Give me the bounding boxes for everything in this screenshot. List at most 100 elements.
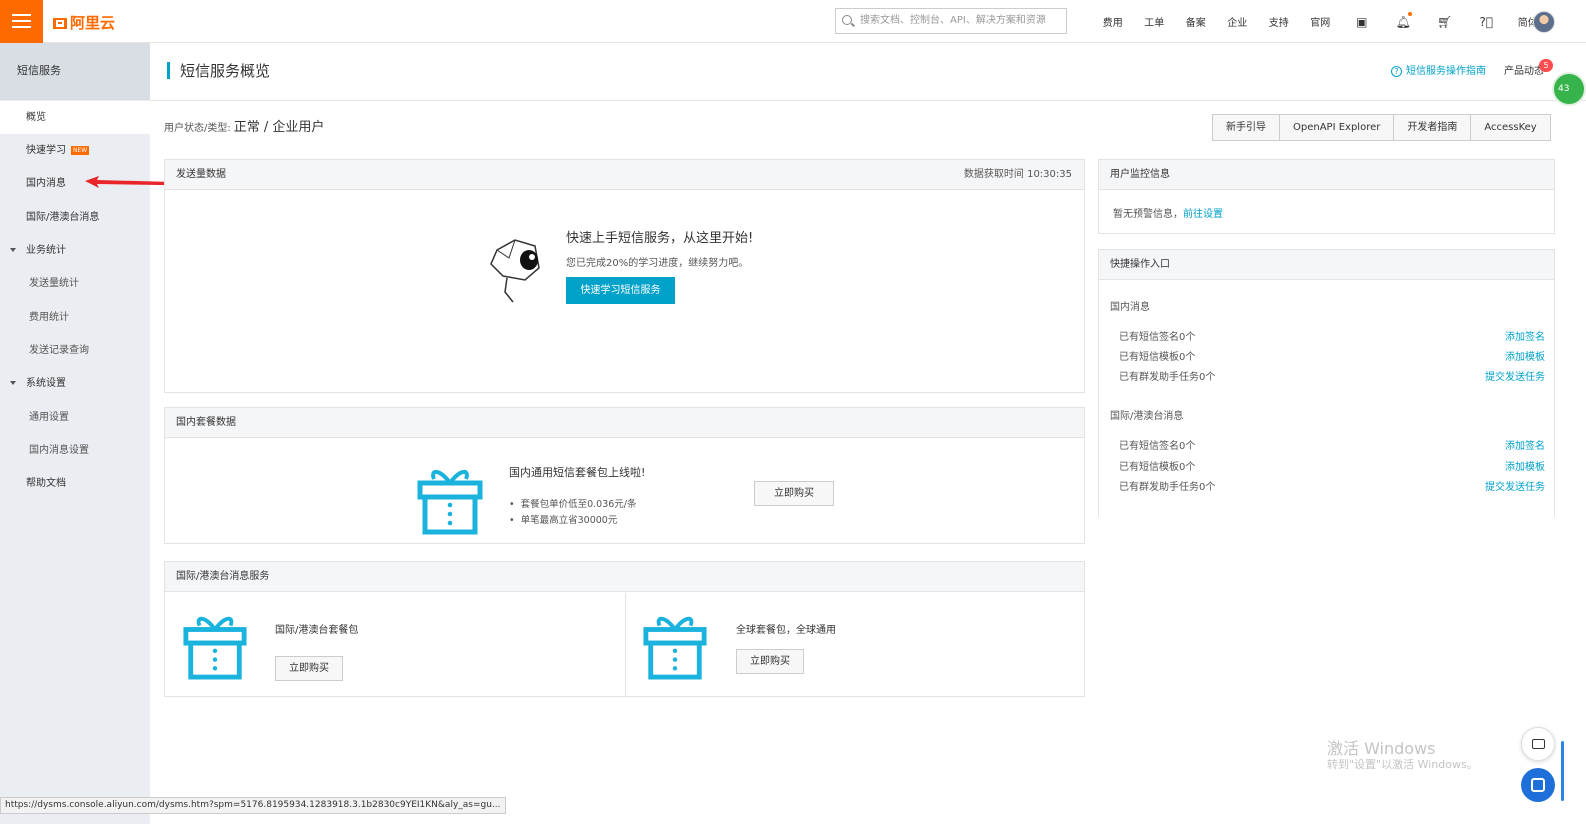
sidebar-item-label: 快速学习: [26, 145, 66, 156]
help-icon[interactable]: ?⃝: [1466, 15, 1508, 29]
search-input[interactable]: 搜索文档、控制台、API、解决方案和资源: [835, 8, 1067, 34]
sidebar-item-label: 通用设置: [29, 412, 69, 423]
title-accent-bar: [167, 62, 170, 79]
add-signature-link[interactable]: 添加签名: [1505, 437, 1545, 452]
send-volume-panel: 发送量数据 数据获取时间 10:30:35 快速上手短信服务，从这里开始! 您已完…: [164, 159, 1085, 393]
quick-entry-row: 已有群发助手任务0个 提交发送任务: [1119, 368, 1545, 383]
sidebar-item-send-stats[interactable]: 发送量统计: [0, 267, 150, 300]
caret-down-icon: [10, 381, 16, 385]
panel-header: 用户监控信息: [1099, 160, 1554, 190]
user-status-label: 用户状态/类型:: [164, 123, 231, 134]
quick-entry-panel: 快捷操作入口 国内消息 已有短信签名0个 添加签名 已有短信模板0个 添加模板 已有…: [1098, 249, 1555, 517]
quick-entry-row: 已有短信签名0个 添加签名: [1119, 328, 1545, 343]
international-service-panel: 国际/港澳台消息服务 国际/港澳台套餐包 立即购买 全球套餐包，全球通用 立即购…: [164, 561, 1085, 697]
submit-task-link[interactable]: 提交发送任务: [1485, 478, 1545, 493]
nav-support[interactable]: 支持: [1258, 14, 1300, 29]
logo-text: 阿里云: [70, 14, 116, 32]
sidebar-item-label: 概览: [26, 112, 46, 123]
product-news-link[interactable]: 产品动态: [1504, 62, 1544, 77]
list-item: 单笔最高立省30000元: [509, 513, 637, 529]
panel-title: 快捷操作入口: [1110, 259, 1170, 270]
buy-now-button[interactable]: 立即购买: [754, 481, 834, 506]
search-placeholder: 搜索文档、控制台、API、解决方案和资源: [860, 15, 1046, 26]
quick-entry-row: 已有群发助手任务0个 提交发送任务: [1119, 478, 1545, 493]
top-nav: 费用 工单 备案 企业 支持 官网 ▣ 🔔︎ 🛒︎ ?⃝ 简体: [1092, 0, 1549, 43]
caret-down-icon: [10, 248, 16, 252]
apps-icon[interactable]: [1521, 768, 1555, 802]
quick-entry-row: 已有短信签名0个 添加签名: [1119, 437, 1545, 452]
user-status-value: 正常 / 企业用户: [233, 120, 325, 135]
openapi-explorer-button[interactable]: OpenAPI Explorer: [1280, 115, 1395, 140]
monitor-info-text: 暂无预警信息，: [1113, 209, 1183, 220]
cart-icon[interactable]: 🛒︎: [1424, 15, 1466, 29]
new-badge: NEW: [71, 146, 90, 155]
status-url-bar: https://dysms.console.aliyun.com/dysms.h…: [0, 797, 506, 814]
global-package-text: 全球套餐包，全球通用: [736, 625, 836, 636]
global-buy-button[interactable]: 立即购买: [736, 649, 804, 674]
column-divider: [625, 593, 626, 697]
sidebar-item-overview[interactable]: 概览: [0, 101, 150, 134]
operation-guide-link[interactable]: ? 短信服务操作指南: [1391, 62, 1486, 77]
robot-illustration-icon: [490, 239, 540, 303]
beginner-guide-button[interactable]: 新手引导: [1213, 115, 1280, 140]
sidebar-item-label: 发送量统计: [29, 278, 79, 289]
panel-header: 快捷操作入口: [1099, 250, 1554, 280]
page-title: 短信服务概览: [180, 62, 271, 80]
sidebar-item-label: 帮助文档: [26, 478, 66, 489]
intl-package-text: 国际/港澳台套餐包: [275, 625, 359, 636]
nav-fees[interactable]: 费用: [1092, 14, 1134, 29]
notification-dot: [1408, 11, 1412, 16]
sidebar-item-fee-stats[interactable]: 费用统计: [0, 301, 150, 334]
go-settings-link[interactable]: 前往设置: [1183, 209, 1223, 220]
floating-widget[interactable]: 43: [1552, 72, 1586, 106]
scrollbar[interactable]: [1561, 741, 1564, 801]
sidebar: 短信服务 概览 快速学习 NEW 国内消息 国际/港澳台消息 业务统计 发送量统计…: [0, 43, 150, 824]
sidebar-item-label: 系统设置: [26, 378, 66, 389]
sidebar-item-domestic-settings[interactable]: 国内消息设置: [0, 434, 150, 467]
menu-icon[interactable]: [0, 0, 43, 43]
panel-title: 用户监控信息: [1110, 169, 1170, 180]
news-count-badge: 5: [1539, 59, 1553, 72]
question-icon: ?: [1391, 66, 1402, 77]
chat-icon[interactable]: [1521, 727, 1555, 761]
quick-entry-row: 已有短信模板0个 添加模板: [1119, 458, 1545, 473]
nav-official-site[interactable]: 官网: [1300, 14, 1342, 29]
gift-icon: [417, 470, 483, 535]
sidebar-item-help-docs[interactable]: 帮助文档: [0, 467, 150, 500]
sidebar-item-quick-learn[interactable]: 快速学习 NEW: [0, 134, 150, 167]
monitor-info: 暂无预警信息，前往设置: [1113, 205, 1223, 220]
panel-title: 国内套餐数据: [176, 417, 236, 428]
submit-task-link[interactable]: 提交发送任务: [1485, 368, 1545, 383]
add-signature-link[interactable]: 添加签名: [1505, 328, 1545, 343]
panel-title: 发送量数据: [176, 169, 226, 180]
sidebar-item-label: 发送记录查询: [29, 345, 89, 356]
nav-tickets[interactable]: 工单: [1134, 14, 1176, 29]
package-benefits: 套餐包单价低至0.036元/条 单笔最高立省30000元: [509, 497, 637, 529]
search-icon: [842, 15, 852, 25]
developer-guide-button[interactable]: 开发者指南: [1394, 115, 1472, 140]
guide-link-text: 短信服务操作指南: [1406, 66, 1486, 77]
sidebar-item-label: 费用统计: [29, 312, 69, 323]
aliyun-logo[interactable]: 阿里云: [53, 12, 115, 33]
domestic-package-panel: 国内套餐数据 国内通用短信套餐包上线啦! 套餐包单价低至0.036元/条 单笔最…: [164, 407, 1085, 544]
sidebar-item-label: 国际/港澳台消息: [26, 212, 100, 223]
sidebar-title: 短信服务: [0, 43, 150, 100]
sidebar-item-general-settings[interactable]: 通用设置: [0, 401, 150, 434]
quick-learn-button[interactable]: 快速学习短信服务: [566, 277, 675, 304]
add-template-link[interactable]: 添加模板: [1505, 458, 1545, 473]
sidebar-item-international[interactable]: 国际/港澳台消息: [0, 201, 150, 234]
sidebar-group-settings[interactable]: 系统设置: [0, 367, 150, 400]
sidebar-item-send-records[interactable]: 发送记录查询: [0, 334, 150, 367]
avatar[interactable]: [1533, 11, 1555, 33]
nav-enterprise[interactable]: 企业: [1217, 14, 1259, 29]
nav-icp[interactable]: 备案: [1175, 14, 1217, 29]
add-template-link[interactable]: 添加模板: [1505, 348, 1545, 363]
sidebar-group-statistics[interactable]: 业务统计: [0, 234, 150, 267]
bell-icon[interactable]: 🔔︎: [1383, 11, 1425, 29]
accesskey-button[interactable]: AccessKey: [1471, 115, 1549, 140]
row-text: 已有短信签名0个: [1119, 332, 1196, 343]
row-text: 已有短信签名0个: [1119, 441, 1196, 452]
intl-buy-button[interactable]: 立即购买: [275, 656, 343, 681]
terminal-icon[interactable]: ▣: [1341, 15, 1383, 29]
quick-start-progress: 您已完成20%的学习进度，继续努力吧。: [566, 258, 749, 269]
